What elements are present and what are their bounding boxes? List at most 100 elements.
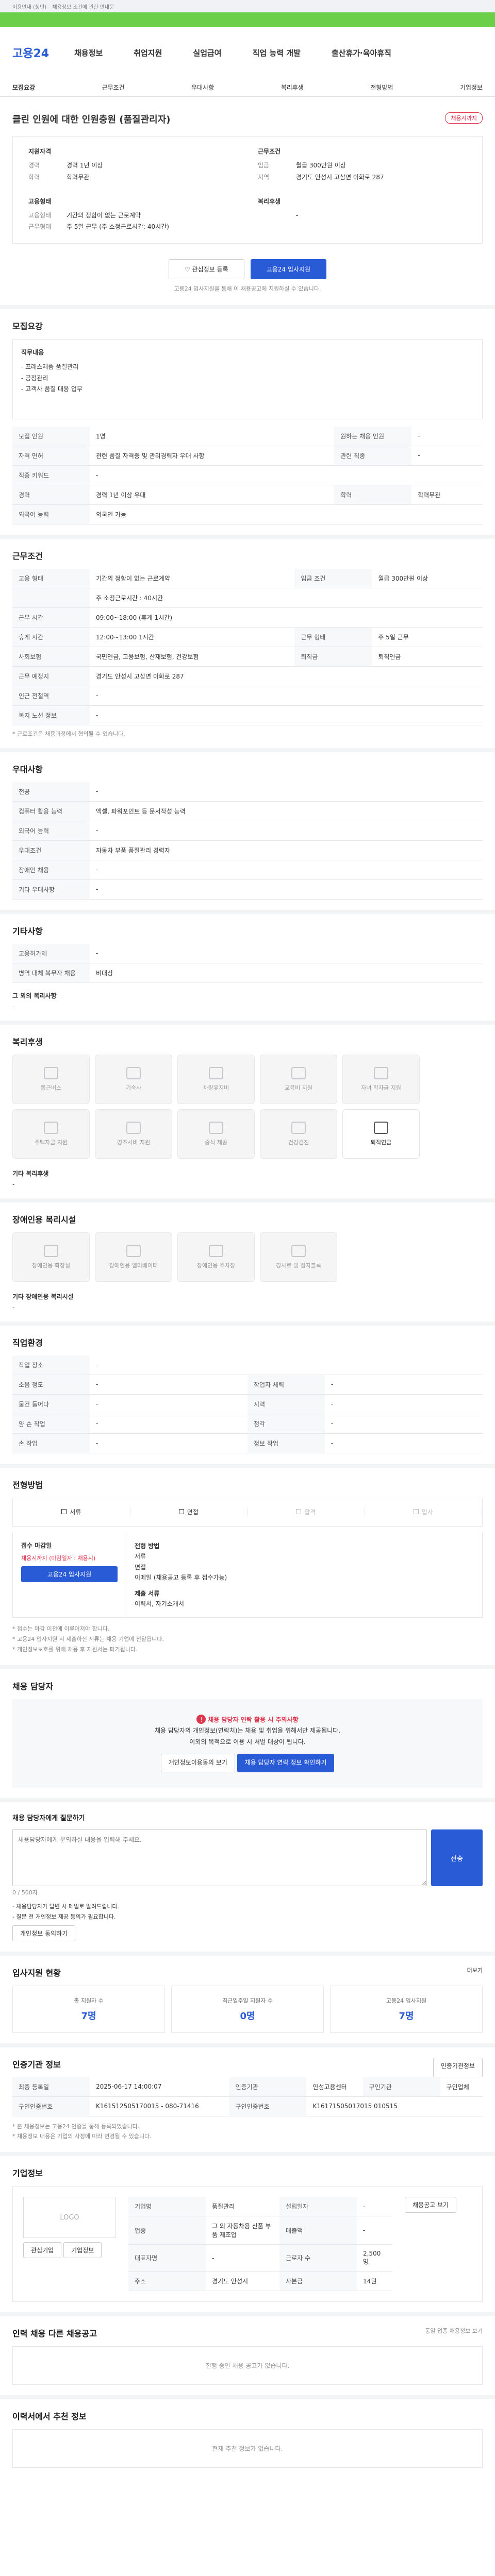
benefit-label: 장애인용 화장실 (31, 1262, 71, 1269)
row-value: 외국인 가능 (90, 504, 483, 524)
table-row: 소음 정도 - 작업자 체력 - (12, 1375, 483, 1395)
nav-item[interactable]: 채용정보 (74, 47, 103, 58)
nav-item[interactable]: 출산휴가·육아휴직 (332, 47, 391, 58)
summary-value: 월급 300만원 이상 (296, 162, 346, 169)
row-key: 고용 형태 (12, 568, 90, 588)
process-step: 면접 (130, 1507, 248, 1517)
summary-row: 임금 월급 300만원 이상 (258, 160, 467, 172)
table-row: 기업명 품질관리 설립일자 - (128, 2197, 392, 2217)
tab-item[interactable]: 기업정보 (460, 83, 483, 92)
row-value: 경기도 안성시 고삼면 이화로 287 (90, 666, 483, 686)
row-value: - (90, 1394, 248, 1414)
row-value: 퇴직연금 (372, 647, 483, 667)
benefit-tile: 장애인용 화장실 (12, 1232, 90, 1282)
process-apply-button[interactable]: 고용24 입사지원 (21, 1566, 118, 1582)
table-row: 기타 우대사항 - (12, 879, 483, 900)
inquiry-count: 0 / 500자 (12, 1889, 38, 1896)
nav-item[interactable]: 실업급여 (193, 47, 221, 58)
inquiry-submit-button[interactable]: 전송 (431, 1829, 483, 1887)
company-info-button[interactable]: 기업정보 (63, 2242, 102, 2259)
benefit-label: 퇴직연금 (370, 1139, 392, 1146)
summary-key: 임금 (258, 162, 270, 169)
benefit-icon (291, 1121, 306, 1134)
step-label: 서류 (70, 1509, 81, 1516)
row-value: 관련 품질 자격증 및 관리경력자 우대 사항 (90, 446, 335, 466)
row-value: - (325, 1433, 483, 1453)
benefit-icon (209, 1066, 223, 1079)
duty-item: - 공정관리 (21, 374, 48, 382)
table-row: 근무 시간 09:00~18:00 (휴게 1시간) (12, 607, 483, 628)
table-row: 주소 경기도 안성시 자본금 14원 (128, 2271, 392, 2292)
docs-title: 제출 서류 (135, 1589, 160, 1597)
section-title: 기타사항 (12, 926, 43, 936)
nav-item[interactable]: 취업지원 (134, 47, 162, 58)
row-value: - (90, 465, 483, 485)
inquiry-consent-button[interactable]: 개인정보 동의하기 (12, 1925, 76, 1941)
note-line: * 채용정보 내용은 기업의 사정에 따라 변경될 수 있습니다. (12, 2133, 152, 2140)
row-key: 청각 (248, 1414, 325, 1434)
table-row: 우대조건 자동차 부품 품질관리 경력자 (12, 840, 483, 860)
benefit-label: 자녀 학자금 지원 (361, 1084, 401, 1091)
table-row: 병역 대체 복무자 채용 비대상 (12, 963, 483, 983)
meta-info-button[interactable]: 인증기관정보 (433, 2057, 483, 2077)
table-row: 외국어 능력 - (12, 821, 483, 841)
benefit-icon (126, 1244, 141, 1257)
benefit-tile: 차량유지비 (177, 1054, 255, 1104)
row-value: 경기도 안성시 (206, 2271, 280, 2292)
duty-list: - 프레스제품 품질관리 - 공정관리 - 고객사 품질 대응 업무 (21, 362, 474, 395)
section-disabled-facilities: 장애인용 복리시설 장애인용 화장실 장애인용 엘리베이터 장애인용 주차장 경사로 … (0, 1198, 495, 1321)
row-value: 14원 (357, 2271, 392, 2292)
job-title-area: 클린 인원에 대한 인원충원 (품질관리자) 채용시까지 (0, 97, 495, 131)
privacy-view-button[interactable]: 개인정보이용동의 보기 (160, 1754, 235, 1773)
row-key: 근무 형태 (294, 627, 372, 647)
tab-item[interactable]: 전형방법 (370, 83, 393, 92)
table-row: 장애인 채용 - (12, 860, 483, 880)
row-value: 품질관리 (206, 2197, 280, 2217)
benefit-icon (374, 1066, 388, 1079)
row-value: 1명 (90, 426, 335, 446)
row-value: 09:00~18:00 (휴게 1시간) (90, 607, 483, 628)
same-co-link[interactable]: 동일 업종 채용정보 보기 (425, 2327, 483, 2346)
benefit-label: 주택자금 지원 (34, 1139, 68, 1146)
recruit-table: 모집 인원 1명 원하는 채용 인원 - 자격 면허 관련 품질 자격증 및 관리경력자 … (12, 426, 483, 524)
company-interest-button[interactable]: 관심기업 (23, 2242, 62, 2259)
row-key: 정보 작업 (248, 1433, 325, 1453)
method-box: 전형 방법 서류 면접 이메일 (채용공고 등록 후 접수가능) 제출 서류 이… (126, 1533, 482, 1617)
row-key: 퇴직금 (294, 647, 372, 667)
row-value: - (90, 1433, 248, 1453)
banner-text[interactable]: 채용정보 조건에 관한 안내문 (52, 5, 114, 10)
save-interest-button[interactable]: ♡ 관심정보 등록 (168, 259, 244, 280)
benefit-label: 교육비 지원 (284, 1084, 313, 1091)
nav-item[interactable]: 직업 능력 개발 (253, 47, 301, 58)
contact-reveal-button[interactable]: 채용 담당자 연락 정보 확인하기 (237, 1754, 335, 1773)
section-title: 전형방법 (12, 1480, 43, 1490)
section-title: 채용 담당자에게 질문하기 (12, 1815, 85, 1823)
row-value: - (90, 821, 483, 841)
inquiry-input[interactable] (12, 1829, 427, 1887)
row-value: - (90, 879, 483, 900)
welfare-tiles: 통근버스 기숙사 차량유지비 교육비 지원 자녀 학자금 지원 주택자금 지원 경조사비 지… (12, 1054, 483, 1159)
apply-button[interactable]: 고용24 입사지원 (250, 259, 327, 280)
section-meta: 인증기관 정보 인증기관정보 최종 등록일 2025-06-17 14:00:07… (0, 2043, 495, 2153)
company-more-button[interactable]: 채용공고 보기 (405, 2197, 457, 2213)
benefit-icon (209, 1244, 223, 1257)
row-key: 기타 우대사항 (12, 879, 90, 900)
row-key: 인근 전철역 (12, 686, 90, 706)
row-value: - (325, 1394, 483, 1414)
logo[interactable]: 고용24 (12, 44, 74, 61)
benefit-tile: 장애인용 주차장 (177, 1232, 255, 1282)
alert-icon: ! (196, 1714, 206, 1724)
table-row: 주 소정근로시간 : 40시간 (12, 588, 483, 608)
row-value: - (357, 2216, 392, 2245)
tab-item[interactable]: 우대사항 (191, 83, 214, 92)
tab-item[interactable]: 복리후생 (281, 83, 304, 92)
stats-more-link[interactable]: 더보기 (467, 1966, 483, 1986)
process-detail: 접수 마감일 채용시까지 (마감일자 : 채용시) 고용24 입사지원 전형 방… (12, 1532, 483, 1618)
row-value: 학력무관 (411, 485, 483, 505)
process-step: 서류 (13, 1507, 130, 1517)
tab-item[interactable]: 근무조건 (102, 83, 125, 92)
company-table: 기업명 품질관리 설립일자 - 업종 그 외 자동차용 신품 부품 제조업 매출액 - 대표자명… (128, 2197, 392, 2292)
row-key: 인증기관 (229, 2077, 307, 2097)
tab-item[interactable]: 모집요강 (12, 83, 35, 92)
summary-row: 학력 학력무관 (28, 172, 237, 183)
